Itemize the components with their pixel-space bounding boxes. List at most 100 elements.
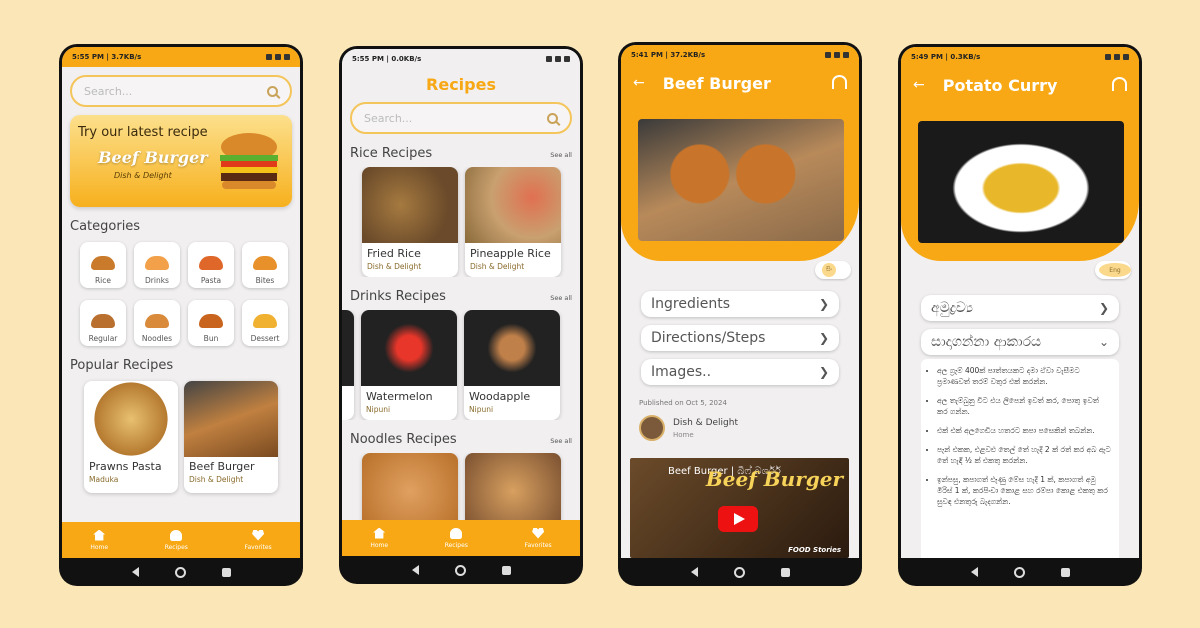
bun-icon [199, 314, 223, 328]
see-all-link[interactable]: See all [550, 437, 572, 445]
hero-section [621, 101, 859, 261]
directions-section[interactable]: Directions/Steps ❯ [641, 325, 839, 351]
favorite-heart-icon[interactable] [1112, 77, 1127, 91]
toggle-label: Eng [1099, 263, 1131, 277]
category-label: Dessert [250, 334, 280, 343]
recipe-card[interactable]: Woodapple Nipuni [464, 310, 560, 420]
section-title: Noodles Recipes [350, 432, 457, 447]
tab-label: Recipes [444, 541, 468, 549]
status-time: 5:41 PM | 37.2KB/s [631, 51, 706, 59]
latest-recipe-banner[interactable]: Try our latest recipe Beef Burger Dish &… [70, 115, 292, 207]
recents-icon[interactable] [780, 567, 790, 577]
phone-potato-curry-screen: 5:49 PM | 0.3KB/s ← Potato Curry Eng අමුද… [898, 44, 1142, 586]
language-toggle[interactable]: සිං [815, 261, 851, 279]
status-time: 5:49 PM | 0.3KB/s [911, 53, 981, 61]
recents-icon[interactable] [1060, 567, 1070, 577]
back-icon[interactable] [411, 565, 419, 575]
step-item: අල තැම්බුනු විට එය ලිපෙන් ඉවත් කර, පොතු … [937, 395, 1111, 417]
recipe-photo [638, 119, 844, 241]
tab-recipes[interactable]: Recipes [444, 527, 468, 549]
detail-header: ← Beef Burger [621, 65, 859, 101]
ingredients-section[interactable]: Ingredients ❯ [641, 291, 839, 317]
recipe-name: Watermelon [366, 390, 433, 403]
hero-section [901, 103, 1139, 261]
recipe-author: Dish & Delight [470, 262, 525, 271]
tab-favorites[interactable]: Favorites [525, 527, 552, 549]
search-input[interactable]: Search... [350, 102, 572, 134]
recipe-image [342, 310, 354, 386]
author-role: Home [673, 430, 694, 439]
back-icon[interactable] [131, 567, 139, 577]
chef-hat-icon [170, 529, 183, 541]
author-row[interactable]: Dish & Delight Home [639, 415, 841, 441]
home-circle-icon[interactable] [174, 566, 186, 578]
home-circle-icon[interactable] [454, 564, 466, 576]
see-all-link[interactable]: See all [550, 151, 572, 159]
recipes-screen: 5:55 PM | 0.0KB/s Recipes Search... Rice… [342, 49, 580, 556]
recipe-name: Woodapple [469, 390, 531, 403]
recents-icon[interactable] [501, 565, 511, 575]
category-bites[interactable]: Bites [242, 242, 288, 288]
step-item: අල ග්‍රෑම් 400ක් පාත්තයකට දමා ඒවා වැසීමට… [937, 365, 1111, 387]
category-label: Bun [203, 334, 219, 343]
favorite-heart-icon[interactable] [832, 75, 847, 89]
tab-label: Recipes [164, 543, 188, 551]
recipe-detail-screen: 5:41 PM | 37.2KB/s ← Beef Burger සිං Ingr… [621, 45, 859, 558]
images-section[interactable]: Images.. ❯ [641, 359, 839, 385]
search-input[interactable]: Search... [70, 75, 292, 107]
recipe-author: Nipuni [366, 405, 391, 414]
recipe-author: Nipuni [469, 405, 494, 414]
burger-image [220, 133, 278, 189]
back-arrow-icon[interactable]: ← [913, 77, 925, 93]
status-bar: 5:55 PM | 3.7KB/s [62, 47, 300, 67]
tab-label: Home [90, 543, 109, 551]
recents-icon[interactable] [221, 567, 231, 577]
directions-section[interactable]: සාදාගන්නා ආකාරය ⌄ [921, 329, 1119, 355]
recipe-card-partial[interactable] [342, 310, 354, 420]
search-icon[interactable] [267, 85, 278, 97]
home-circle-icon[interactable] [733, 566, 745, 578]
home-circle-icon[interactable] [1013, 566, 1025, 578]
heart-icon [252, 529, 265, 541]
bites-icon [253, 256, 277, 270]
category-bun[interactable]: Bun [188, 300, 234, 346]
recipe-card[interactable]: Watermelon Nipuni [361, 310, 457, 420]
category-noodles[interactable]: Noodles [134, 300, 180, 346]
status-icons [825, 52, 849, 58]
language-toggle[interactable]: Eng [1095, 261, 1131, 279]
category-label: Pasta [200, 276, 222, 285]
recipe-card[interactable]: Beef Burger Dish & Delight [184, 381, 278, 493]
status-icons [546, 56, 570, 62]
step-item: ඉන්පසු, කපාගත් ළූණු මේස හැදි 1 ක්, කපාගත… [937, 474, 1111, 507]
see-all-link[interactable]: See all [550, 294, 572, 302]
category-label: Regular [88, 334, 118, 343]
category-pasta[interactable]: Pasta [188, 242, 234, 288]
youtube-play-icon[interactable] [718, 506, 758, 532]
recipe-card[interactable]: Prawns Pasta Maduka [84, 381, 178, 493]
status-bar: 5:49 PM | 0.3KB/s [901, 47, 1139, 67]
tab-favorites[interactable]: Favorites [245, 529, 272, 551]
recipe-image [184, 381, 278, 457]
recipe-card[interactable]: Fried Rice Dish & Delight [362, 167, 458, 277]
back-icon[interactable] [690, 567, 698, 577]
category-regular[interactable]: Regular [80, 300, 126, 346]
recipe-name: Beef Burger [189, 460, 255, 473]
ingredients-section[interactable]: අමුද්‍රව්‍ය ❯ [921, 295, 1119, 321]
recipe-card[interactable]: Pineapple Rice Dish & Delight [465, 167, 561, 277]
section-title: Drinks Recipes [350, 289, 446, 304]
category-dessert[interactable]: Dessert [242, 300, 288, 346]
chevron-down-icon: ⌄ [1098, 335, 1109, 349]
search-icon[interactable] [547, 112, 558, 124]
video-player[interactable]: Beef Burger | බීෆ් බර්ගර් Beef Burger FO… [630, 458, 849, 558]
system-nav-bar [339, 556, 583, 584]
phone-beef-burger-screen: 5:41 PM | 37.2KB/s ← Beef Burger සිං Ingr… [618, 42, 862, 586]
status-bar: 5:55 PM | 0.0KB/s [342, 49, 580, 69]
back-icon[interactable] [970, 567, 978, 577]
tab-home[interactable]: Home [370, 527, 388, 549]
tab-home[interactable]: Home [90, 529, 109, 551]
back-arrow-icon[interactable]: ← [633, 75, 645, 91]
recipe-author: Dish & Delight [189, 475, 244, 484]
category-drinks[interactable]: Drinks [134, 242, 180, 288]
category-rice[interactable]: Rice [80, 242, 126, 288]
tab-recipes[interactable]: Recipes [164, 529, 188, 551]
